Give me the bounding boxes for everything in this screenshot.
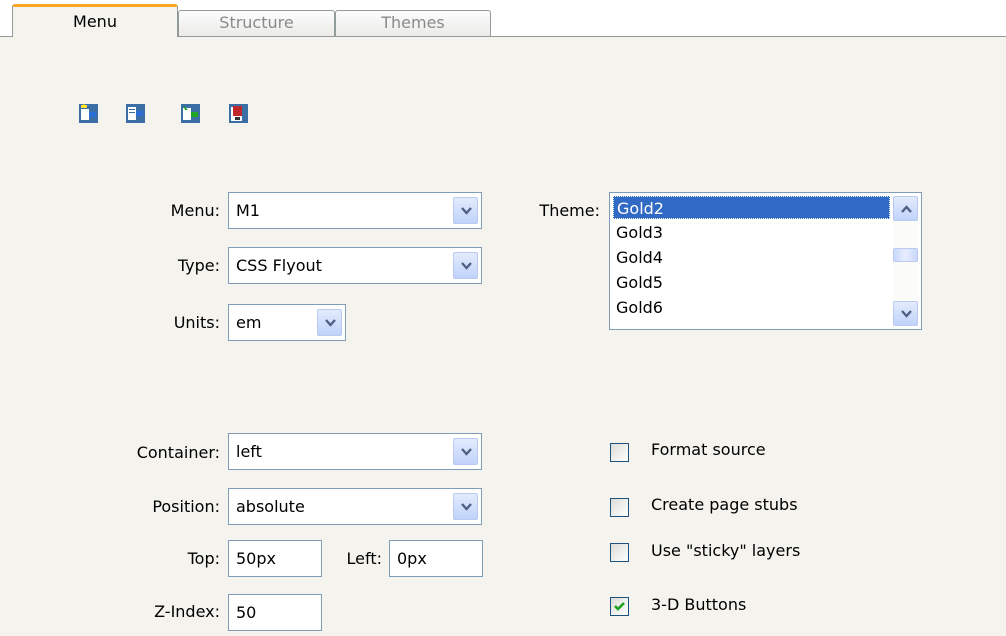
- menu-select-value: M1: [236, 201, 260, 220]
- top-label: Top:: [187, 549, 220, 568]
- units-dropdown-button[interactable]: [317, 309, 342, 336]
- add-subitem-icon: [181, 104, 200, 123]
- theme-option-gold5[interactable]: Gold5: [613, 271, 890, 294]
- scroll-thumb[interactable]: [893, 248, 918, 262]
- checkmark-icon: [614, 602, 625, 611]
- theme-label: Theme:: [539, 201, 600, 220]
- container-label: Container:: [136, 443, 220, 462]
- chevron-down-icon: [461, 448, 472, 456]
- position-select-value: absolute: [236, 497, 305, 516]
- top-input-value: 50px: [236, 549, 276, 568]
- sticky-layers-checkbox[interactable]: [610, 543, 629, 562]
- container-dropdown-button[interactable]: [453, 438, 478, 465]
- add-item-icon: [126, 104, 145, 123]
- theme-option-gold6[interactable]: Gold6: [613, 296, 890, 319]
- tab-themes[interactable]: Themes: [335, 10, 491, 36]
- create-page-stubs-checkbox[interactable]: [610, 498, 629, 517]
- type-select[interactable]: CSS Flyout: [228, 247, 482, 284]
- chevron-down-icon: [325, 319, 336, 327]
- units-select[interactable]: em: [228, 304, 346, 341]
- 3d-buttons-label: 3-D Buttons: [651, 595, 747, 614]
- tab-strip: Menu Structure Themes: [0, 0, 1006, 37]
- add-subitem-button[interactable]: [180, 103, 201, 124]
- chevron-down-icon: [461, 503, 472, 511]
- menu-dropdown-button[interactable]: [453, 197, 478, 224]
- chevron-down-icon: [901, 310, 912, 318]
- position-select[interactable]: absolute: [228, 488, 482, 525]
- create-page-stubs-label: Create page stubs: [651, 495, 798, 514]
- container-select-value: left: [236, 442, 262, 461]
- chevron-down-icon: [461, 207, 472, 215]
- scroll-up-button[interactable]: [893, 196, 918, 221]
- tab-structure[interactable]: Structure: [178, 10, 335, 36]
- menu-panel: [0, 36, 1006, 636]
- add-menu-button[interactable]: [78, 103, 99, 124]
- theme-option-gold4[interactable]: Gold4: [613, 246, 890, 269]
- position-label: Position:: [152, 497, 220, 516]
- type-select-value: CSS Flyout: [236, 256, 322, 275]
- sticky-layers-label: Use "sticky" layers: [651, 541, 801, 560]
- left-input[interactable]: 0px: [389, 540, 483, 577]
- format-source-label: Format source: [651, 440, 766, 459]
- 3d-buttons-checkbox[interactable]: [610, 597, 629, 616]
- add-item-button[interactable]: [125, 103, 146, 124]
- delete-item-button[interactable]: [228, 103, 249, 124]
- theme-listbox[interactable]: Gold2 Gold3 Gold4 Gold5 Gold6: [609, 192, 922, 330]
- type-label: Type:: [177, 256, 220, 275]
- left-label: Left:: [346, 549, 383, 568]
- add-menu-icon: [79, 104, 98, 123]
- type-dropdown-button[interactable]: [453, 252, 478, 279]
- scroll-down-button[interactable]: [893, 301, 918, 326]
- position-dropdown-button[interactable]: [453, 493, 478, 520]
- left-input-value: 0px: [397, 549, 427, 568]
- units-label: Units:: [173, 313, 220, 332]
- chevron-up-icon: [901, 205, 912, 213]
- theme-option-gold2[interactable]: Gold2: [613, 196, 890, 219]
- tab-menu[interactable]: Menu: [12, 4, 178, 37]
- theme-scrollbar[interactable]: [893, 196, 918, 326]
- container-select[interactable]: left: [228, 433, 482, 470]
- zindex-input[interactable]: 50: [228, 594, 322, 631]
- menu-label: Menu:: [170, 201, 220, 220]
- menu-select[interactable]: M1: [228, 192, 482, 229]
- units-select-value: em: [236, 313, 262, 332]
- format-source-checkbox[interactable]: [610, 443, 629, 462]
- top-input[interactable]: 50px: [228, 540, 322, 577]
- chevron-down-icon: [461, 262, 472, 270]
- theme-option-gold3[interactable]: Gold3: [613, 221, 890, 244]
- zindex-input-value: 50: [236, 603, 257, 622]
- delete-item-icon: [229, 104, 248, 123]
- zindex-label: Z-Index:: [154, 602, 220, 621]
